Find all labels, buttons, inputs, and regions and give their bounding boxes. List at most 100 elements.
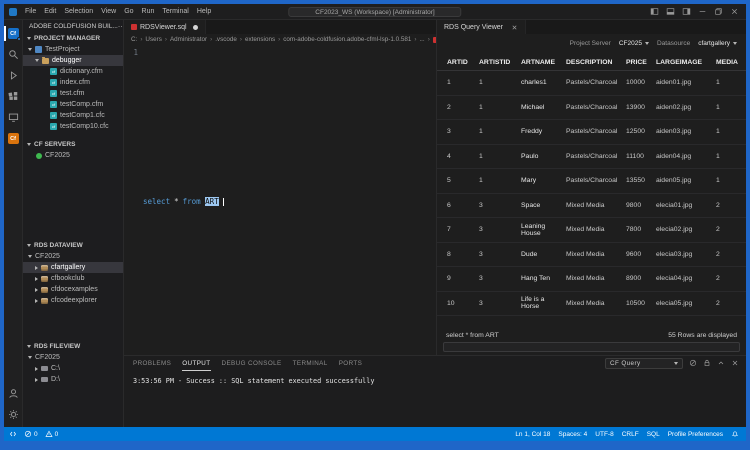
remote-explorer-icon[interactable] bbox=[4, 107, 22, 128]
breadcrumb-item[interactable]: .vscode bbox=[215, 36, 237, 43]
tree-item-cfbookclub[interactable]: cfbookclub bbox=[23, 273, 123, 284]
tree-item-dictionary-cfm[interactable]: dictionary.cfm bbox=[23, 66, 123, 77]
tab-rdsviewer-sql[interactable]: RDSViewer.sql bbox=[124, 20, 206, 34]
menu-view[interactable]: View bbox=[97, 4, 120, 19]
section-header-cf-servers[interactable]: CF SERVERS bbox=[23, 139, 123, 150]
query-input[interactable] bbox=[443, 342, 740, 352]
lock-scroll-icon[interactable] bbox=[703, 359, 711, 369]
breadcrumb-item[interactable]: Administrator bbox=[170, 36, 207, 43]
section-header-rds-dataview[interactable]: RDS DATAVIEW bbox=[23, 240, 123, 251]
menu-selection[interactable]: Selection bbox=[60, 4, 97, 19]
chevron-right-icon[interactable] bbox=[35, 276, 38, 281]
status-profile-preferences[interactable]: Profile Preferences bbox=[668, 431, 723, 438]
coldfusion-builder-icon[interactable]: Cf bbox=[4, 128, 22, 149]
menu-help[interactable]: Help bbox=[193, 4, 215, 19]
section-header-project-manager[interactable]: PROJECT MANAGER bbox=[23, 33, 123, 44]
minimize-icon[interactable] bbox=[698, 7, 707, 16]
column-header-artid[interactable]: ARTID bbox=[447, 59, 479, 66]
extensions-icon[interactable] bbox=[4, 86, 22, 107]
maximize-panel-icon[interactable] bbox=[717, 359, 725, 369]
chevron-right-icon[interactable] bbox=[35, 265, 38, 270]
clear-output-icon[interactable] bbox=[689, 359, 697, 369]
menu-edit[interactable]: Edit bbox=[40, 4, 60, 19]
column-header-price[interactable]: PRICE bbox=[626, 59, 656, 66]
table-row[interactable]: 2 1 Michael Pastels/Charcoal 13900 aiden02.jp… bbox=[437, 96, 746, 120]
output-channel-select[interactable]: CF Query bbox=[605, 358, 683, 369]
chevron-right-icon[interactable] bbox=[35, 366, 38, 371]
panel-tab-output[interactable]: OUTPUT bbox=[182, 356, 211, 371]
panel-tab-ports[interactable]: PORTS bbox=[339, 356, 363, 371]
section-header-rds-fileview[interactable]: RDS FILEVIEW bbox=[23, 341, 123, 352]
tree-item-testcomp10-cfc[interactable]: testComp10.cfc bbox=[23, 121, 123, 132]
search-icon[interactable] bbox=[4, 44, 22, 65]
tree-item-debugger[interactable]: debugger bbox=[23, 55, 123, 66]
tree-item-testcomp-cfm[interactable]: testComp.cfm bbox=[23, 99, 123, 110]
tree-item-cfdocexamples[interactable]: cfdocexamples bbox=[23, 284, 123, 295]
tree-item-cf2025[interactable]: CF2025 bbox=[23, 251, 123, 262]
tree-item-cf2025[interactable]: CF2025 bbox=[23, 150, 123, 161]
tab-rds-query-viewer[interactable]: RDS Query Viewer bbox=[437, 20, 527, 34]
breadcrumb-item[interactable]: extensions bbox=[245, 36, 275, 43]
breadcrumb-item[interactable]: Users bbox=[145, 36, 161, 43]
chevron-down-icon[interactable] bbox=[28, 356, 32, 359]
tree-item-testproject[interactable]: TestProject bbox=[23, 44, 123, 55]
menu-go[interactable]: Go bbox=[120, 4, 137, 19]
table-row[interactable]: 6 3 Space Mixed Media 9800 elecia01.jpg 2 bbox=[437, 194, 746, 218]
status-crlf[interactable]: CRLF bbox=[622, 431, 639, 438]
breadcrumb-item[interactable]: com-adobe-coldfusion.adobe-cfml-lsp-1.0.… bbox=[283, 36, 411, 43]
chevron-down-icon[interactable] bbox=[28, 48, 32, 51]
close-icon[interactable] bbox=[730, 7, 739, 16]
close-icon[interactable] bbox=[511, 24, 518, 31]
tree-item-test-cfm[interactable]: test.cfm bbox=[23, 88, 123, 99]
close-panel-icon[interactable] bbox=[731, 359, 739, 369]
datasource-select[interactable]: cfartgallery bbox=[698, 40, 737, 47]
column-header-artname[interactable]: ARTNAME bbox=[521, 59, 566, 66]
status-spaces-4[interactable]: Spaces: 4 bbox=[558, 431, 587, 438]
chevron-right-icon[interactable] bbox=[35, 287, 38, 292]
status-sql[interactable]: SQL bbox=[647, 431, 660, 438]
table-row[interactable]: 9 3 Hang Ten Mixed Media 8900 elecia04.jpg 2 bbox=[437, 267, 746, 292]
account-icon[interactable] bbox=[4, 383, 22, 404]
tree-item-cfcodeexplorer[interactable]: cfcodeexplorer bbox=[23, 295, 123, 306]
table-row[interactable]: 8 3 Dude Mixed Media 9600 elecia03.jpg 2 bbox=[437, 243, 746, 267]
tree-item-d[interactable]: D:\ bbox=[23, 374, 123, 385]
toggle-secondary-sidebar-icon[interactable] bbox=[682, 7, 691, 16]
table-row[interactable]: 1 1 charles1 Pastels/Charcoal 10000 aiden01.j… bbox=[437, 71, 746, 96]
warning-count[interactable]: 0 bbox=[45, 430, 58, 438]
chevron-right-icon[interactable] bbox=[35, 377, 38, 382]
settings-gear-icon[interactable] bbox=[4, 404, 22, 425]
panel-tab-problems[interactable]: PROBLEMS bbox=[133, 356, 171, 371]
menu-file[interactable]: File bbox=[21, 4, 40, 19]
tree-item-cfartgallery[interactable]: cfartgallery bbox=[23, 262, 123, 273]
run-debug-icon[interactable] bbox=[4, 65, 22, 86]
toggle-panel-icon[interactable] bbox=[666, 7, 675, 16]
table-row[interactable]: 3 1 Freddy Pastels/Charcoal 12500 aiden03.jpg… bbox=[437, 120, 746, 145]
status-ln-1-col-18[interactable]: Ln 1, Col 18 bbox=[515, 431, 550, 438]
chevron-down-icon[interactable] bbox=[28, 255, 32, 258]
breadcrumb-item[interactable]: ... bbox=[419, 36, 424, 43]
tree-item-cf2025[interactable]: CF2025 bbox=[23, 352, 123, 363]
column-header-largeimage[interactable]: LARGEIMAGE bbox=[656, 59, 716, 66]
menu-run[interactable]: Run bbox=[138, 4, 159, 19]
restore-icon[interactable] bbox=[714, 7, 723, 16]
column-header-media[interactable]: MEDIA bbox=[716, 59, 746, 66]
tree-item-c[interactable]: C:\ bbox=[23, 363, 123, 374]
error-count[interactable]: 0 bbox=[24, 430, 38, 438]
table-row[interactable]: 7 3 Leaning House Mixed Media 7800 elecia02.j… bbox=[437, 218, 746, 243]
column-header-description[interactable]: DESCRIPTION bbox=[566, 59, 626, 66]
status-utf-8[interactable]: UTF-8 bbox=[595, 431, 613, 438]
tree-item-testcomp1-cfc[interactable]: testComp1.cfc bbox=[23, 110, 123, 121]
toggle-sidebar-icon[interactable] bbox=[650, 7, 659, 16]
server-select[interactable]: CF2025 bbox=[619, 40, 649, 47]
tree-item-index-cfm[interactable]: index.cfm bbox=[23, 77, 123, 88]
remote-indicator[interactable] bbox=[9, 430, 17, 438]
breadcrumb-item[interactable]: C: bbox=[131, 36, 137, 43]
panel-tab-debug-console[interactable]: DEBUG CONSOLE bbox=[222, 356, 282, 371]
menu-terminal[interactable]: Terminal bbox=[158, 4, 192, 19]
chevron-down-icon[interactable] bbox=[35, 59, 39, 62]
column-header-artistid[interactable]: ARTISTID bbox=[479, 59, 521, 66]
modified-dot-icon[interactable] bbox=[192, 24, 198, 30]
bell-icon[interactable] bbox=[731, 430, 739, 438]
table-row[interactable]: 10 3 Life is a Horse Mixed Media 10500 elecia… bbox=[437, 292, 746, 316]
panel-tab-terminal[interactable]: TERMINAL bbox=[293, 356, 328, 371]
